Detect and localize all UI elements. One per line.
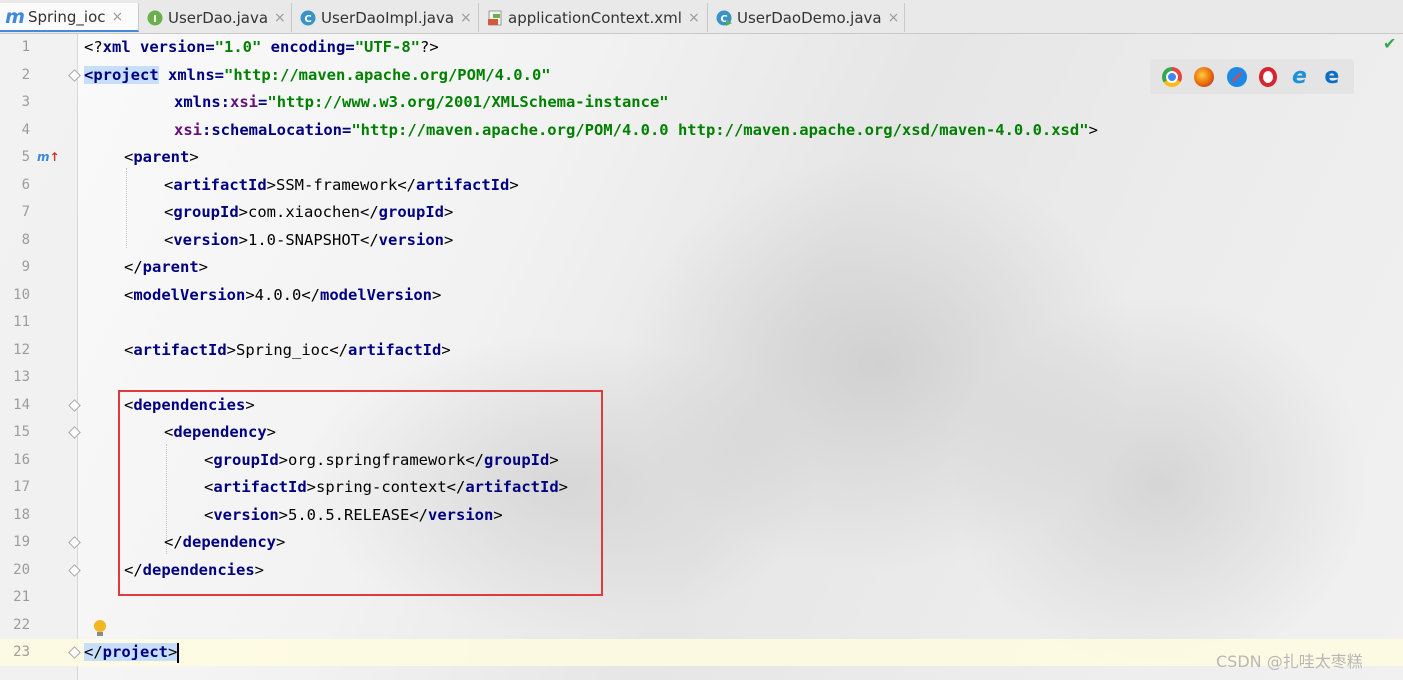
code-line-12: 12 <artifactId>Spring_ioc</artifactId> [0, 337, 1403, 364]
tab-userdaodemo[interactable]: C UserDaoDemo.java × [709, 3, 905, 32]
close-icon[interactable]: × [112, 9, 124, 25]
tab-label: UserDaoImpl.java [321, 8, 455, 27]
tab-label: UserDao.java [168, 8, 269, 27]
close-icon[interactable]: × [688, 10, 700, 26]
svg-text:I: I [153, 14, 157, 25]
safari-icon[interactable] [1226, 66, 1247, 87]
code-line-7: 7 <groupId>com.xiaochen</groupId> [0, 199, 1403, 226]
svg-text:C: C [304, 14, 311, 25]
class-icon: C [299, 9, 317, 27]
maven-module-icon: m [5, 5, 25, 28]
ie-icon[interactable]: e [1289, 64, 1309, 89]
interface-icon: I [146, 9, 164, 27]
line-number: 5 [21, 149, 30, 165]
fold-icon[interactable] [68, 536, 81, 549]
line-number: 14 [13, 396, 30, 413]
line-number: 9 [21, 259, 30, 275]
line-number: 21 [13, 589, 30, 605]
inspection-ok-icon[interactable]: ✔ [1383, 34, 1396, 53]
line-number: 10 [13, 286, 30, 303]
close-icon[interactable]: × [460, 10, 472, 26]
highlight-box [118, 390, 603, 596]
line-number: 20 [13, 561, 30, 578]
line-number: 11 [13, 314, 30, 330]
code-line-10: 10 <modelVersion>4.0.0</modelVersion> [0, 282, 1403, 309]
code-line-8: 8 <version>1.0-SNAPSHOT</version> [0, 227, 1403, 254]
line-number: 15 [13, 424, 30, 440]
fold-icon[interactable] [68, 398, 81, 412]
code-line-5: 5 m↑ <parent> [0, 144, 1403, 171]
line-number: 12 [13, 341, 30, 358]
line-number: 17 [13, 479, 30, 495]
line-number: 4 [21, 121, 30, 138]
code-line-6: 6 <artifactId>SSM-framework</artifactId> [0, 172, 1403, 199]
line-number: 6 [21, 176, 30, 193]
editor-tab-bar: m Spring_ioc × I UserDao.java × C UserDa… [0, 0, 1403, 34]
line-number: 1 [21, 39, 30, 55]
maven-parent-marker-icon[interactable]: m↑ [37, 144, 60, 171]
lightbulb-icon[interactable] [94, 620, 106, 632]
tab-label: UserDaoDemo.java [737, 8, 882, 27]
line-number: 16 [13, 451, 30, 468]
line-number: 19 [13, 534, 30, 550]
line-number: 23 [13, 644, 30, 660]
fold-icon[interactable] [68, 426, 81, 439]
line-number: 3 [21, 94, 30, 110]
code-line-4: 4 xsi:schemaLocation="http://maven.apach… [0, 117, 1403, 144]
fold-icon[interactable] [68, 646, 81, 659]
tab-label: applicationContext.xml [508, 8, 682, 27]
code-line-22: 22 [0, 612, 1403, 639]
tab-spring-ioc[interactable]: m Spring_ioc × [0, 3, 139, 32]
code-line-13: 13 [0, 364, 1403, 391]
opera-icon[interactable] [1259, 66, 1278, 87]
code-line-11: 11 [0, 309, 1403, 336]
close-icon[interactable]: × [274, 10, 286, 26]
watermark: CSDN @扎哇太枣糕 [1216, 652, 1363, 671]
lightbulb-base [97, 632, 103, 636]
line-number: 2 [21, 66, 30, 83]
line-number: 8 [21, 231, 30, 248]
line-number: 22 [13, 616, 30, 633]
firefox-icon[interactable] [1194, 66, 1215, 87]
tab-userdaoimpl[interactable]: C UserDaoImpl.java × [293, 3, 479, 32]
line-number: 7 [21, 204, 30, 220]
code-editor[interactable]: 1 <?xml version="1.0" encoding="UTF-8"?>… [0, 34, 1403, 680]
code-line-9: 9 </parent> [0, 254, 1403, 281]
browser-preview-bar: e e [1150, 59, 1354, 94]
text-caret [177, 642, 180, 663]
tab-applicationcontext[interactable]: applicationContext.xml × [480, 3, 708, 32]
fold-icon[interactable] [68, 563, 81, 577]
code-line-1: 1 <?xml version="1.0" encoding="UTF-8"?> [0, 34, 1403, 61]
line-number: 13 [13, 369, 30, 385]
code-line-23: 23 </project> [0, 639, 1403, 666]
matched-tag: <project [84, 65, 159, 84]
fold-icon[interactable] [68, 68, 81, 82]
chrome-icon[interactable] [1162, 66, 1183, 87]
close-icon[interactable]: × [888, 10, 900, 26]
tab-label: Spring_ioc [28, 7, 106, 26]
xml-file-icon [486, 9, 504, 27]
runnable-class-icon: C [715, 9, 733, 27]
line-number: 18 [13, 506, 30, 523]
edge-icon[interactable]: e [1322, 64, 1342, 89]
tab-userdao[interactable]: I UserDao.java × [140, 3, 292, 32]
